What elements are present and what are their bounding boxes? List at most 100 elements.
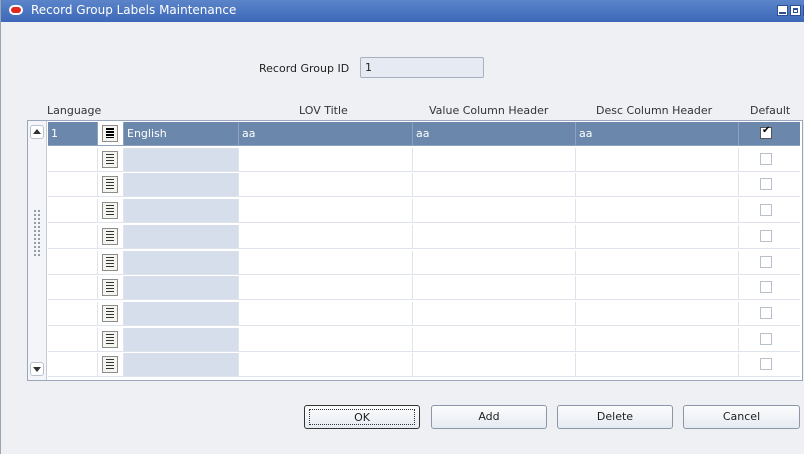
table-row[interactable] (48, 353, 800, 378)
lov-title-field[interactable] (239, 353, 413, 378)
column-header-default: Default (750, 104, 791, 117)
desc-column-header-field[interactable] (576, 276, 739, 301)
list-of-values-icon[interactable] (102, 279, 118, 297)
language-code-field[interactable] (48, 301, 98, 326)
lov-title-field[interactable] (239, 147, 413, 172)
maximize-button[interactable] (790, 5, 801, 16)
table-row[interactable]: 1 English aa aa aa (48, 122, 800, 147)
default-checkbox[interactable] (760, 358, 772, 371)
language-name-field[interactable] (124, 327, 239, 352)
table-row[interactable] (48, 224, 800, 250)
lov-title-field[interactable] (239, 224, 413, 249)
language-name-field[interactable] (124, 173, 239, 198)
list-of-values-icon[interactable] (102, 304, 118, 322)
default-cell (739, 302, 800, 326)
value-column-header-field[interactable]: aa (413, 122, 576, 146)
lov-title-field[interactable]: aa (239, 122, 413, 146)
table-row[interactable] (48, 199, 800, 224)
ok-button[interactable]: OK (304, 405, 420, 429)
delete-button[interactable]: Delete (557, 405, 673, 429)
language-code-field[interactable] (48, 250, 98, 275)
scroll-down-icon[interactable] (30, 362, 44, 376)
minimize-button[interactable] (777, 5, 788, 16)
lov-title-field[interactable] (239, 199, 413, 224)
vertical-scrollbar[interactable] (28, 121, 47, 380)
default-checkbox[interactable] (760, 152, 772, 165)
list-of-values-icon[interactable] (102, 176, 118, 194)
language-code-field[interactable] (48, 353, 98, 378)
table-row[interactable] (48, 301, 800, 327)
value-column-header-field[interactable] (413, 276, 576, 301)
language-name-field[interactable] (124, 147, 239, 172)
list-of-values-icon[interactable] (102, 356, 118, 374)
language-name-field[interactable] (124, 276, 239, 301)
language-code-field[interactable] (48, 276, 98, 301)
value-column-header-field[interactable] (413, 199, 576, 224)
column-header-language: Language (47, 104, 102, 117)
desc-column-header-field[interactable] (576, 147, 739, 172)
desc-column-header-field[interactable] (576, 173, 739, 198)
language-code-field[interactable] (48, 173, 98, 198)
title-bar: Record Group Labels Maintenance (1, 0, 804, 22)
desc-column-header-field[interactable] (576, 250, 739, 275)
language-name-field[interactable] (124, 250, 239, 275)
language-code-field[interactable]: 1 (48, 122, 98, 146)
default-checkbox[interactable] (760, 229, 772, 242)
default-checkbox[interactable] (760, 332, 772, 345)
value-column-header-field[interactable] (413, 224, 576, 249)
default-checkbox[interactable] (760, 255, 772, 268)
add-button[interactable]: Add (431, 405, 547, 429)
list-of-values-icon[interactable] (102, 227, 118, 245)
desc-column-header-field[interactable] (576, 301, 739, 326)
value-column-header-field[interactable] (413, 327, 576, 352)
language-name-field[interactable] (124, 301, 239, 326)
table-row[interactable] (48, 173, 800, 198)
desc-column-header-field[interactable] (576, 199, 739, 224)
language-name-field[interactable] (124, 353, 239, 378)
value-column-header-field[interactable] (413, 250, 576, 275)
scroll-up-icon[interactable] (30, 125, 44, 139)
desc-column-header-field[interactable]: aa (576, 122, 739, 146)
lov-title-field[interactable] (239, 301, 413, 326)
table-row[interactable] (48, 327, 800, 353)
list-of-values-icon[interactable] (102, 150, 118, 168)
value-column-header-field[interactable] (413, 173, 576, 198)
list-of-values-icon[interactable] (102, 330, 118, 348)
language-name-field[interactable] (124, 199, 239, 224)
value-column-header-field[interactable] (413, 353, 576, 378)
table-row[interactable] (48, 147, 800, 173)
list-of-values-icon[interactable] (102, 125, 118, 142)
language-name-field[interactable] (124, 224, 239, 249)
default-cell (739, 173, 800, 198)
table-row[interactable] (48, 250, 800, 276)
default-checkbox[interactable] (760, 178, 772, 191)
default-checkbox[interactable] (760, 204, 772, 217)
column-header-value: Value Column Header (429, 104, 549, 117)
default-cell (739, 276, 800, 301)
desc-column-header-field[interactable] (576, 327, 739, 352)
language-name-field[interactable]: English (124, 122, 239, 146)
default-cell (739, 122, 800, 146)
lov-title-field[interactable] (239, 250, 413, 275)
language-code-field[interactable] (48, 199, 98, 224)
language-code-field[interactable] (48, 327, 98, 352)
language-code-field[interactable] (48, 224, 98, 249)
value-column-header-field[interactable] (413, 301, 576, 326)
cancel-button[interactable]: Cancel (683, 405, 800, 429)
desc-column-header-field[interactable] (576, 353, 739, 378)
desc-column-header-field[interactable] (576, 224, 739, 249)
record-group-id-field[interactable]: 1 (360, 57, 484, 78)
scroll-grip-icon[interactable] (33, 209, 41, 257)
lov-title-field[interactable] (239, 173, 413, 198)
lov-title-field[interactable] (239, 276, 413, 301)
default-checkbox[interactable] (760, 306, 772, 319)
lov-title-field[interactable] (239, 327, 413, 352)
list-of-values-icon[interactable] (102, 253, 118, 271)
default-checkbox[interactable] (760, 281, 772, 294)
value-column-header-field[interactable] (413, 147, 576, 172)
default-cell (739, 328, 800, 352)
language-code-field[interactable] (48, 147, 98, 172)
table-row[interactable] (48, 276, 800, 301)
default-checkbox[interactable] (760, 125, 772, 139)
list-of-values-icon[interactable] (102, 202, 118, 220)
